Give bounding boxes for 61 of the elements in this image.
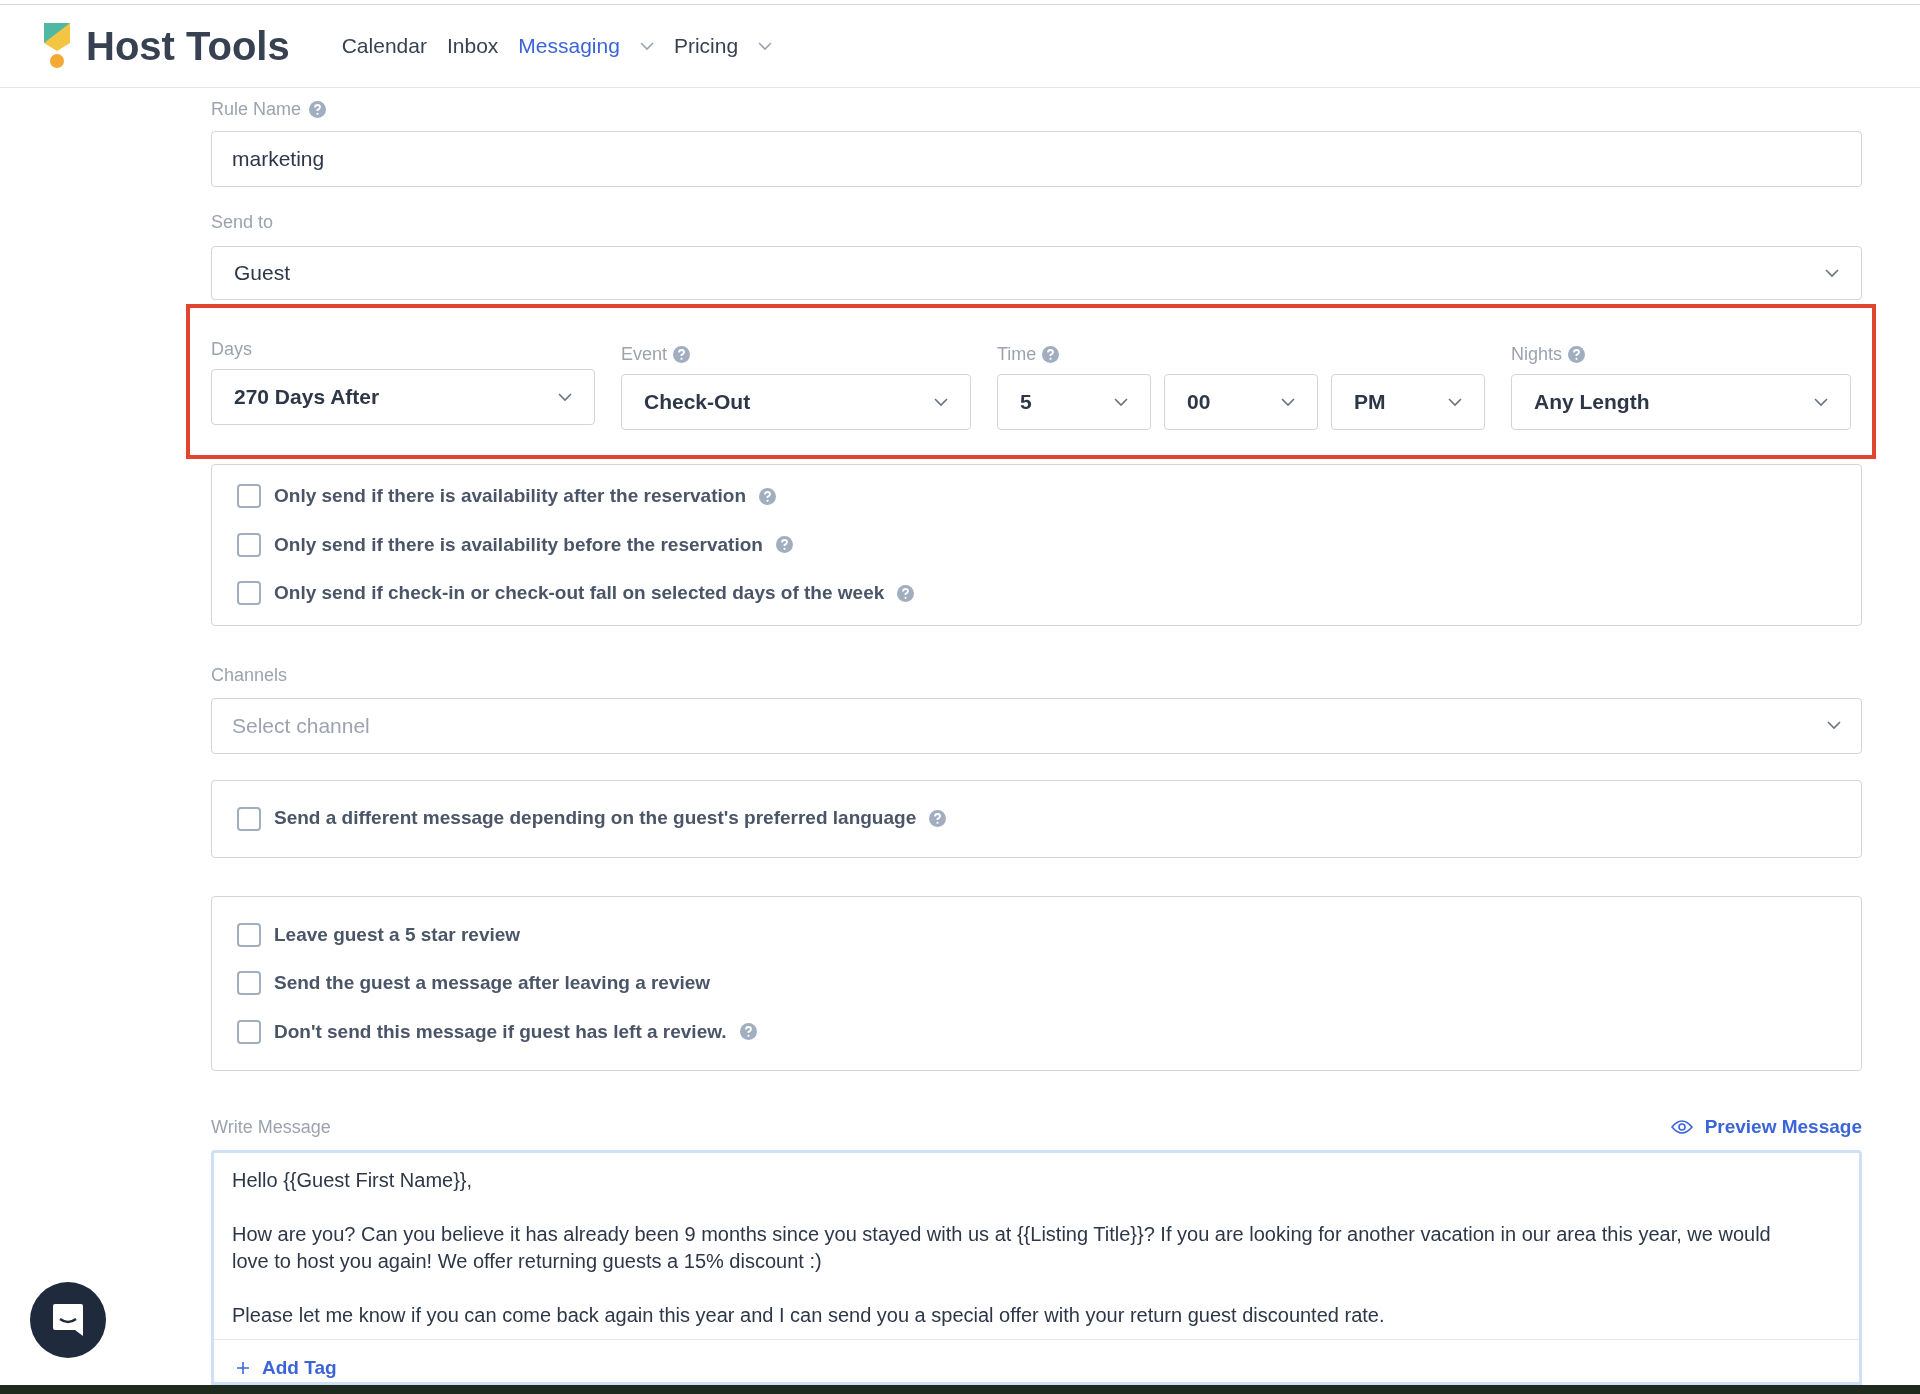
add-tag-button[interactable]: Add Tag <box>236 1353 337 1382</box>
help-icon <box>673 345 691 363</box>
message-paragraph: Please let me know if you can come back again this year and I can send you a special offer with your return guest discounted rate. <box>232 1302 1386 1328</box>
dropdown-select[interactable]: Any Length <box>1511 374 1851 430</box>
chevron-down-icon <box>1448 397 1462 407</box>
help-icon <box>1568 345 1586 363</box>
chat-icon <box>51 1302 85 1338</box>
chevron-down-icon <box>1114 397 1128 407</box>
option-label: Send the guest a message after leaving a review <box>274 971 711 995</box>
option-label: Send a different message depending on the guest's preferred language <box>274 806 917 831</box>
nav-link[interactable]: Inbox <box>446 30 499 62</box>
eye-icon <box>1670 1119 1693 1136</box>
option-label: Don't send this message if guest has left a review. <box>274 1019 727 1044</box>
field-label: Send to <box>211 211 275 234</box>
field-label: Nights <box>1511 342 1563 366</box>
chevron-down-icon <box>1814 397 1828 407</box>
help-icon <box>775 536 793 554</box>
option-label: Only send if there is availability before the reservation <box>274 532 763 557</box>
option-label: Leave guest a 5 star review <box>274 922 521 947</box>
help-icon <box>309 101 327 118</box>
dropdown-select[interactable]: PM <box>1331 374 1485 430</box>
preview-message-link[interactable]: Preview Message <box>1670 1113 1862 1142</box>
field-label: Write Message <box>211 1115 331 1139</box>
field-label: Event <box>621 342 668 366</box>
checkbox[interactable] <box>237 581 261 606</box>
checkbox[interactable] <box>237 484 261 509</box>
checkbox[interactable] <box>237 971 261 996</box>
nav-link[interactable]: Messaging <box>518 30 654 62</box>
field-label: Time <box>997 342 1037 366</box>
checkbox[interactable] <box>237 806 261 831</box>
chevron-down-icon <box>1825 268 1839 278</box>
chevron-down-icon <box>934 397 948 407</box>
dropdown-select[interactable]: 270 Days After <box>211 369 595 425</box>
help-icon <box>897 584 915 602</box>
field-label: Channels <box>211 663 289 687</box>
field-label: Days <box>211 337 252 361</box>
nav-link[interactable]: Pricing <box>673 30 773 62</box>
help-icon <box>759 487 776 505</box>
checkbox[interactable] <box>237 532 261 557</box>
option-label: Only send if check-in or check-out fall on selected days of the week <box>274 581 885 605</box>
field-label: Rule Name <box>211 98 302 121</box>
chevron-down-icon <box>1281 397 1295 407</box>
checkbox[interactable] <box>237 1019 261 1044</box>
help-icon <box>1042 345 1060 363</box>
chevron-down-icon <box>1827 721 1841 730</box>
logo-icon <box>42 23 72 70</box>
rule-name-field[interactable]: marketing <box>211 131 1862 187</box>
plus-icon <box>236 1360 250 1375</box>
dropdown-select[interactable]: Check-Out <box>621 374 971 430</box>
chevron-down-icon <box>639 41 654 51</box>
chevron-down-icon <box>558 392 572 402</box>
checkbox[interactable] <box>237 922 261 947</box>
option-label: Only send if there is availability after the reservation <box>274 484 746 508</box>
brand-name: Host Tools <box>86 23 290 71</box>
nav-link[interactable]: Calendar <box>341 30 427 62</box>
chevron-down-icon <box>758 41 773 51</box>
send-to-select[interactable]: Guest <box>211 246 1862 300</box>
dropdown-select[interactable]: 5 <box>997 374 1151 430</box>
message-paragraph: Hello {{Guest First Name}}, <box>232 1167 474 1193</box>
dropdown-select[interactable]: 00 <box>1164 374 1318 430</box>
message-paragraph: How are you? Can you believe it has already been 9 months since you stayed with us at {{Listing Title}}? If you are looking for another vacation in our area this year, we would love to host you again! We offer returning guests a 15% discount :) <box>232 1221 1772 1274</box>
